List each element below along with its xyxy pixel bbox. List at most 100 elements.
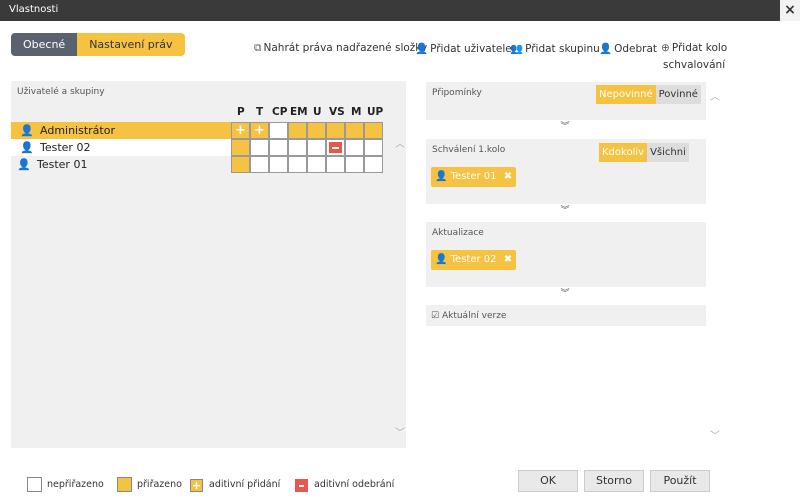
legend-assigned-swatch xyxy=(117,477,132,492)
permission-cell-add[interactable]: + xyxy=(231,122,250,139)
current-version-section: ☑ Aktuální verze xyxy=(426,305,706,326)
legend-unassigned-swatch xyxy=(27,477,42,492)
legend-remove-label: aditivní odebrání xyxy=(314,479,395,490)
add-round-label-2[interactable]: schvalování xyxy=(663,59,725,71)
column-header: U xyxy=(313,106,322,118)
permission-cell-empty[interactable] xyxy=(269,156,288,173)
permission-cell-empty[interactable] xyxy=(250,139,269,156)
permission-cell-empty[interactable] xyxy=(288,139,307,156)
update-title: Aktualizace xyxy=(432,228,484,238)
approval-anyone-option[interactable]: Kdokoliv xyxy=(599,143,648,162)
legend-assigned-label: přiřazeno xyxy=(137,479,182,490)
user-remove-icon: 👤 xyxy=(599,43,613,55)
tab-general[interactable]: Obecné xyxy=(11,33,78,56)
approver-chip[interactable]: 👤 Tester 01 ✖ xyxy=(431,167,517,187)
remove-chip-icon[interactable]: ✖ xyxy=(504,254,512,265)
permission-cell-assigned[interactable] xyxy=(288,122,307,139)
legend-unassigned-label: nepřiřazeno xyxy=(47,479,104,490)
permission-cell-empty[interactable] xyxy=(269,139,288,156)
column-header: VS xyxy=(329,106,345,118)
edit-icon: ☑ xyxy=(431,311,440,321)
permission-cell-empty[interactable] xyxy=(288,156,307,173)
user-icon: 👤 xyxy=(435,254,448,265)
chevron-down-icon[interactable]: ︾ xyxy=(555,205,575,217)
copy-icon: ⧉ xyxy=(254,42,262,54)
comments-title: Připomínky xyxy=(432,88,482,98)
current-version-title: ☑ Aktuální verze xyxy=(431,311,506,321)
permission-cell-assigned[interactable] xyxy=(364,122,383,139)
legend-add-label: aditivní přidání xyxy=(209,479,281,490)
add-round-button[interactable]: ⊕ Přidat kolo xyxy=(661,42,727,54)
scroll-up-icon[interactable]: ︿ xyxy=(395,135,405,150)
column-header: CP xyxy=(272,106,288,118)
chevron-down-icon[interactable]: ︾ xyxy=(555,121,575,133)
title-bar: Vlastnosti × xyxy=(0,0,800,21)
user-name: Administrátor xyxy=(40,124,115,137)
user-icon: 👤 xyxy=(17,158,31,171)
permission-cell-remove[interactable] xyxy=(326,139,345,156)
add-group-button[interactable]: 👥 Přidat skupinu xyxy=(510,42,600,55)
group-icon: 👥 xyxy=(510,43,524,55)
permission-cell-empty[interactable] xyxy=(326,156,345,173)
user-name: Tester 02 xyxy=(40,141,91,154)
updater-name: Tester 02 xyxy=(450,254,497,265)
approval-all-option[interactable]: Všichni xyxy=(647,143,689,162)
comments-optional-option[interactable]: Nepovinné xyxy=(596,85,656,104)
column-header: T xyxy=(256,106,264,118)
permission-cell-empty[interactable] xyxy=(269,122,288,139)
comments-toggle[interactable]: Nepovinné Povinné xyxy=(596,85,701,104)
window-title: Vlastnosti xyxy=(9,4,59,15)
add-user-label: Přidat uživatele xyxy=(430,43,512,55)
column-header: EM xyxy=(290,106,308,118)
tab-bar: Obecné Nastavení práv xyxy=(11,33,185,56)
permission-cell-empty[interactable] xyxy=(345,139,364,156)
permission-cell-empty[interactable] xyxy=(307,139,326,156)
scroll-up-icon[interactable]: ︿ xyxy=(710,88,720,103)
plus-circle-icon: ⊕ xyxy=(661,42,670,54)
scroll-down-icon[interactable]: ﹀ xyxy=(710,427,720,442)
permission-cell-empty[interactable] xyxy=(307,156,326,173)
apply-button[interactable]: Použít xyxy=(650,470,710,492)
remove-button[interactable]: 👤 Odebrat xyxy=(599,42,657,55)
cancel-button[interactable]: Storno xyxy=(584,470,644,492)
user-icon: 👤 xyxy=(435,171,448,182)
user-icon: 👤 xyxy=(20,124,34,137)
permission-cell-empty[interactable] xyxy=(345,156,364,173)
permission-cell-assigned[interactable] xyxy=(326,122,345,139)
legend-remove-swatch xyxy=(295,479,308,492)
permission-cell-assigned[interactable] xyxy=(307,122,326,139)
permission-cell-assigned[interactable] xyxy=(345,122,364,139)
tab-rights[interactable]: Nastavení práv xyxy=(77,33,185,56)
column-header: UP xyxy=(367,106,384,118)
load-parent-rights-label: Nahrát práva nadřazené složky xyxy=(263,42,428,54)
remove-chip-icon[interactable]: ✖ xyxy=(504,171,512,182)
add-round-label-1: Přidat kolo xyxy=(671,42,728,54)
comments-required-option[interactable]: Povinné xyxy=(655,85,701,104)
user-icon: 👤 xyxy=(20,141,34,154)
users-panel-header: Uživatelé a skupiny xyxy=(17,87,105,97)
approval-mode-toggle[interactable]: Kdokoliv Všichni xyxy=(599,143,689,162)
approval-round-title: Schválení 1.kolo xyxy=(432,145,506,155)
user-name: Tester 01 xyxy=(37,158,88,171)
remove-label: Odebrat xyxy=(614,43,658,55)
legend-add-swatch: + xyxy=(190,479,203,492)
permission-cell-assigned[interactable] xyxy=(231,139,250,156)
permission-cell-empty[interactable] xyxy=(364,139,383,156)
load-parent-rights-button[interactable]: ⧉ Nahrát práva nadřazené složky xyxy=(254,42,427,55)
column-header: P xyxy=(237,106,245,118)
permission-cell-empty[interactable] xyxy=(364,156,383,173)
column-header: M xyxy=(351,106,362,118)
current-version-label: Aktuální verze xyxy=(441,311,507,321)
add-group-label: Přidat skupinu xyxy=(525,43,600,55)
chevron-down-icon[interactable]: ︾ xyxy=(555,288,575,300)
updater-chip[interactable]: 👤 Tester 02 ✖ xyxy=(431,250,517,270)
ok-button[interactable]: OK xyxy=(518,470,578,492)
permission-cell-add[interactable]: + xyxy=(250,122,269,139)
permission-cell-empty[interactable] xyxy=(250,156,269,173)
scroll-down-icon[interactable]: ﹀ xyxy=(395,424,405,439)
user-plus-icon: 👤 xyxy=(415,43,429,55)
add-user-button[interactable]: 👤 Přidat uživatele xyxy=(415,42,512,55)
permission-cell-assigned[interactable] xyxy=(231,156,250,173)
close-button[interactable]: × xyxy=(780,0,800,21)
approver-name: Tester 01 xyxy=(450,171,497,182)
